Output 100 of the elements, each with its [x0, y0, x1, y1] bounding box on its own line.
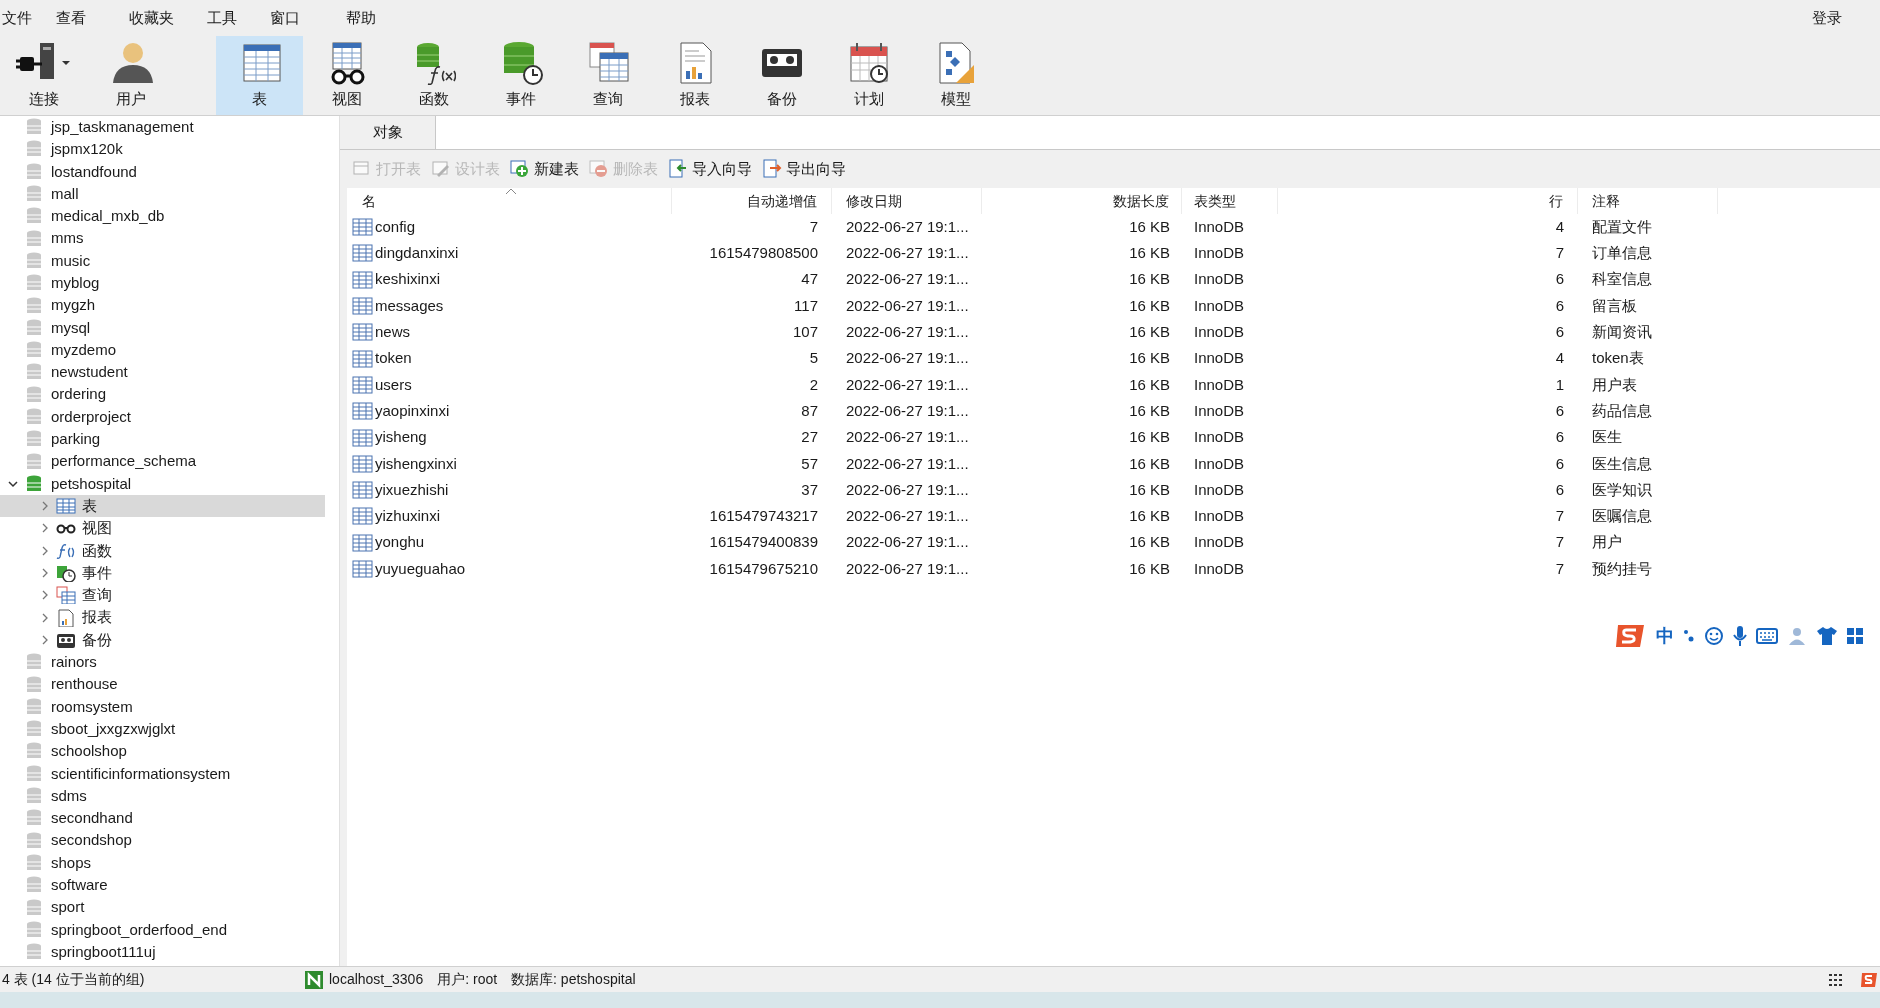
tree-item[interactable]: jspmx120k — [0, 138, 325, 161]
table-cell[interactable]: yaopinxinxi — [347, 398, 672, 425]
tree-item[interactable]: renthouse — [0, 673, 325, 696]
status-connection: localhost_3306 — [329, 970, 424, 989]
table-cell-text: InnoDB — [1193, 532, 1246, 553]
table-cell[interactable]: token — [347, 345, 672, 372]
table-cell[interactable]: messages — [347, 292, 672, 320]
microphone-icon[interactable] — [1732, 625, 1748, 648]
column-header[interactable]: 表类型 — [1182, 188, 1278, 214]
column-header[interactable]: 自动递增值 — [672, 188, 832, 214]
tree-item[interactable]: petshospital — [0, 472, 325, 496]
table-cell[interactable]: users — [347, 371, 672, 399]
tree-item[interactable]: 函数 — [0, 539, 325, 562]
tree-item[interactable]: springboot111uj — [0, 941, 325, 964]
tree-item[interactable]: secondhand — [0, 807, 325, 830]
table-cell-text: 6 — [1554, 400, 1565, 421]
toolbar-action[interactable]: 导入向导 — [668, 157, 752, 181]
toolbar-button[interactable]: 用户 — [87, 36, 174, 115]
tree-item[interactable]: ordering — [0, 383, 325, 406]
tree-item[interactable]: music — [0, 249, 325, 273]
tree-item[interactable]: schoolshop — [0, 740, 325, 763]
emoji-icon[interactable] — [1704, 626, 1724, 647]
tree-item[interactable]: orderproject — [0, 405, 325, 429]
ime-mode-label[interactable]: 中 — [1656, 622, 1674, 650]
tree-item[interactable]: mall — [0, 182, 325, 206]
table-cell[interactable]: yonghu — [347, 529, 672, 556]
toolbar-button[interactable]: 计划 — [825, 36, 912, 115]
shirt-icon[interactable] — [1816, 626, 1838, 647]
tree-item[interactable]: mysql — [0, 316, 325, 339]
column-header[interactable]: 修改日期 — [832, 188, 982, 214]
toolbar-button[interactable]: 模型 — [912, 36, 999, 115]
tree-item[interactable]: 报表 — [0, 606, 325, 629]
table-cell[interactable]: yixuezhishi — [347, 476, 672, 504]
object-tab[interactable]: 对象 — [340, 116, 435, 149]
menu-item[interactable]: 工具 — [207, 6, 270, 30]
tree-item[interactable]: jsp_taskmanagement — [0, 116, 325, 139]
tree-item[interactable]: lostandfound — [0, 160, 325, 183]
tree-item[interactable]: myblog — [0, 272, 325, 295]
table-icon — [352, 374, 374, 395]
status-count: 4 表 (14 位于当前的组) — [2, 970, 146, 989]
keyboard-icon[interactable] — [1756, 628, 1778, 645]
menu-item[interactable]: 查看 — [56, 6, 129, 30]
menu-item[interactable]: 收藏夹 — [129, 6, 207, 30]
toolbar-button[interactable]: 视图 — [303, 36, 390, 115]
tree-item[interactable]: myzdemo — [0, 338, 325, 362]
grid-icon[interactable] — [1846, 627, 1864, 646]
menu-item[interactable]: 文件 — [2, 6, 56, 30]
tree-item[interactable]: newstudent — [0, 361, 325, 384]
login-link[interactable]: 登录 — [1812, 6, 1842, 30]
toolbar-button[interactable]: 查询 — [564, 36, 651, 115]
toolbar-button[interactable]: 连接 — [0, 36, 87, 115]
tree-item[interactable]: scientificinformationsystem — [0, 762, 325, 785]
column-header[interactable]: 注释 — [1578, 188, 1718, 214]
ime-tray-icon[interactable] — [1860, 970, 1878, 989]
table-cell[interactable]: yuyueguahao — [347, 555, 672, 583]
toolbar-button[interactable]: 函数 — [390, 36, 477, 115]
table-cell[interactable]: yishengxinxi — [347, 450, 672, 477]
tree-item[interactable]: shops — [0, 851, 325, 875]
table-cell[interactable]: news — [347, 319, 672, 346]
tree-item[interactable]: sdms — [0, 784, 325, 808]
tree-item[interactable]: performance_schema — [0, 450, 325, 473]
database-icon — [26, 385, 42, 404]
tree-item[interactable]: medical_mxb_db — [0, 205, 325, 228]
table-cell[interactable]: yizhuxinxi — [347, 503, 672, 530]
column-header[interactable]: 数据长度 — [982, 188, 1182, 214]
tree-item[interactable]: mms — [0, 227, 325, 250]
tree-item[interactable]: secondshop — [0, 829, 325, 852]
tree-item[interactable]: parking — [0, 428, 325, 451]
toolbar-button[interactable]: 备份 — [738, 36, 825, 115]
tree-item[interactable]: sboot_jxxgzxwjglxt — [0, 718, 325, 741]
table-cell-text: InnoDB — [1193, 400, 1246, 421]
tree-item[interactable]: mygzh — [0, 294, 325, 317]
column-header[interactable]: 行 — [1278, 188, 1578, 214]
grid-view-icon[interactable] — [1828, 972, 1844, 987]
tree-item[interactable]: software — [0, 874, 325, 897]
table-cell-text: 87 — [800, 400, 819, 421]
tree-item[interactable]: rainors — [0, 651, 325, 674]
column-header[interactable]: 名 — [347, 188, 672, 214]
table-cell-text: 16 KB — [1128, 243, 1171, 264]
tree-item[interactable]: springboot_orderfood_end — [0, 918, 325, 941]
menu-item[interactable]: 帮助 — [346, 6, 406, 30]
tree-item[interactable]: 查询 — [0, 584, 325, 607]
tree-item[interactable]: 视图 — [0, 517, 325, 540]
table-cell[interactable]: config — [347, 214, 672, 241]
tree-item[interactable]: 备份 — [0, 628, 325, 652]
toolbar-button[interactable]: 表 — [216, 36, 303, 115]
tree-item[interactable]: roomsystem — [0, 695, 325, 718]
table-cell[interactable]: yisheng — [347, 424, 672, 451]
toolbar-action[interactable]: 新建表 — [510, 157, 579, 181]
tree-item[interactable]: 表 — [0, 495, 325, 518]
toolbar-button[interactable]: 事件 — [477, 36, 564, 115]
toolbar-action[interactable]: 导出向导 — [762, 157, 846, 181]
tree-item[interactable]: sport — [0, 896, 325, 919]
menu-item[interactable]: 窗口 — [270, 6, 346, 30]
table-cell-text: 配置文件 — [1591, 216, 1653, 237]
table-cell[interactable]: keshixinxi — [347, 266, 672, 293]
table-cell-text: 2022-06-27 19:1... — [845, 532, 970, 553]
tree-item[interactable]: 事件 — [0, 561, 325, 585]
toolbar-button[interactable]: 报表 — [651, 36, 738, 115]
table-cell[interactable]: dingdanxinxi — [347, 240, 672, 267]
